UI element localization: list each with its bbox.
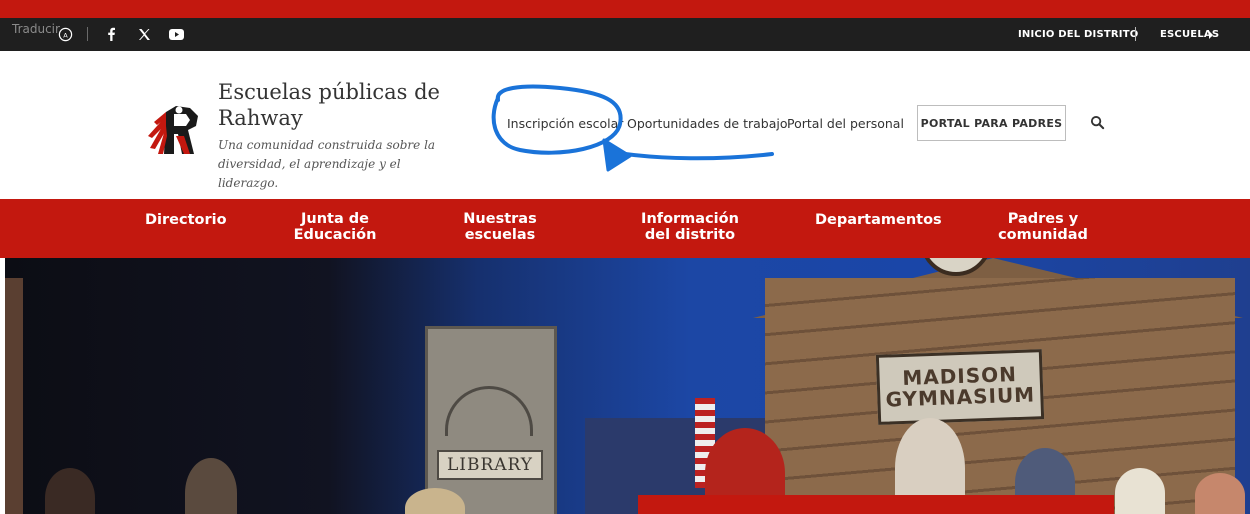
nav-our-schools[interactable]: Nuestras escuelas [460,211,540,243]
staff-portal-link[interactable]: Portal del personal [787,116,904,131]
facebook-icon[interactable] [103,26,119,42]
nav-parents-community[interactable]: Padres y comunidad [995,211,1091,243]
x-twitter-icon[interactable] [136,26,152,42]
job-opportunities-link[interactable]: Oportunidades de trabajo [627,116,788,131]
utility-bar: Traducir A INICIO DEL DISTRITO ESCUELAS [0,18,1250,51]
site-title[interactable]: Escuelas públicas de Rahway [218,79,458,131]
nav-board-of-education[interactable]: Junta de Educación [280,211,390,243]
utility-separator [87,27,88,41]
top-red-strip [0,0,1250,18]
hero-image: LIBRARY MADISON GYMNASIUM [5,258,1250,514]
nav-directory[interactable]: Directorio [145,212,227,228]
nav-departments[interactable]: Departamentos [815,212,942,228]
utility-separator [1135,27,1136,41]
nav-district-info[interactable]: Información del distrito [628,211,752,243]
district-logo[interactable] [144,92,204,158]
site-header: Escuelas públicas de Rahway Una comunida… [0,51,1250,199]
translate-label[interactable]: Traducir [12,22,60,36]
site-tagline: Una comunidad construida sobre la divers… [218,138,436,190]
library-sign: LIBRARY [437,450,543,480]
search-icon[interactable] [1090,115,1105,130]
caret-right-icon[interactable] [1208,31,1214,39]
main-navigation: Directorio Junta de Educación Nuestras e… [0,199,1250,258]
svg-text:A: A [63,31,68,39]
hero-caption-box [638,495,1114,514]
district-home-link[interactable]: INICIO DEL DISTRITO [1018,29,1138,40]
parent-portal-button[interactable]: PORTAL PARA PADRES [917,105,1066,141]
translate-icon[interactable]: A [58,27,73,42]
enrollment-link[interactable]: Inscripción escolar [507,116,623,131]
madison-gymnasium-sign: MADISON GYMNASIUM [875,349,1045,425]
youtube-icon[interactable] [168,26,184,42]
